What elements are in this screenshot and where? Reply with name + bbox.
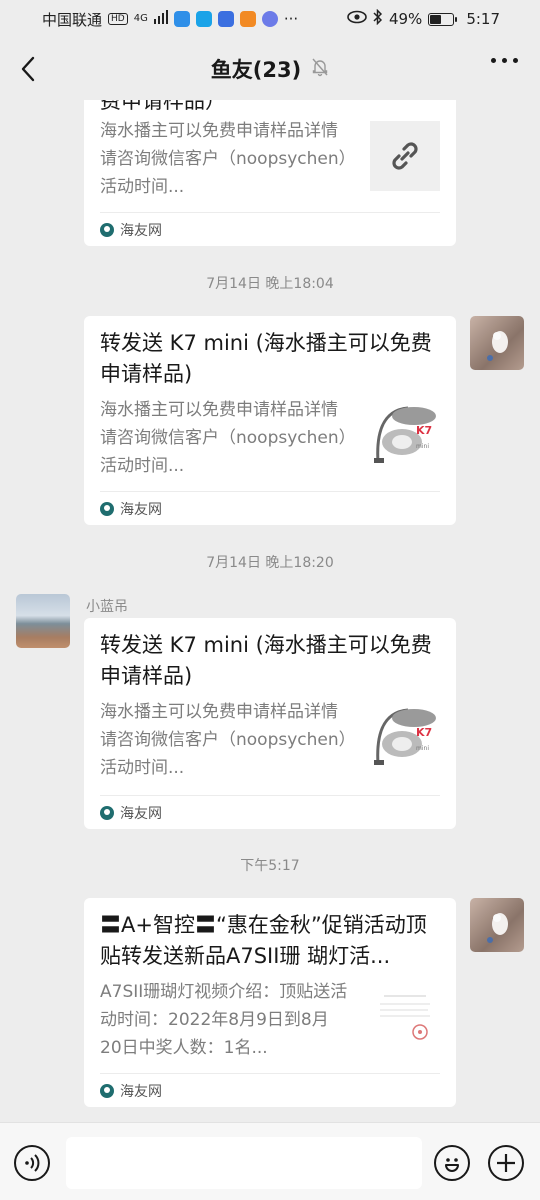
message-title: 〓A+智控〓“惠在金秋”促销活动顶贴转发送新品A7SII珊 瑚灯活... — [100, 913, 427, 968]
back-icon — [21, 56, 35, 82]
plus-icon — [497, 1154, 515, 1172]
message-card[interactable]: 转发送 K7 mini (海水播主可以免费申请样品) 海水播主可以免费申请样品详… — [84, 618, 456, 829]
input-bar — [0, 1122, 540, 1200]
source-name: 海友网 — [120, 805, 162, 822]
emoji-button[interactable] — [434, 1145, 470, 1181]
message-input[interactable] — [66, 1137, 422, 1189]
status-left: 中国联通 HD 4G ··· — [42, 9, 298, 30]
message-thumbnail — [370, 982, 440, 1058]
more-notifications-icon: ··· — [283, 10, 299, 28]
avatar[interactable] — [16, 594, 70, 648]
message-body: 海水播主可以免费申请样品详情请咨询微信客户（noopsychen）活动时间...… — [100, 698, 440, 782]
emoji-icon — [445, 1158, 459, 1172]
timestamp: 下午5:17 — [240, 858, 300, 874]
message-card[interactable]: 费申请样品） 海水播主可以免费申请样品详情请咨询微信客户（noopsychen）… — [84, 100, 456, 246]
source-logo-icon — [100, 1083, 114, 1098]
avatar[interactable] — [470, 898, 524, 952]
timestamp: 7月14日 晚上18:04 — [206, 276, 334, 292]
title-wrap: 鱼友(23) — [211, 54, 329, 84]
sender-name: 小蓝吊 — [86, 599, 128, 615]
svg-text:mini: mini — [416, 443, 429, 450]
source-name: 海友网 — [120, 222, 162, 239]
battery-icon — [428, 12, 458, 26]
shield-app-icon — [173, 11, 190, 27]
svg-text:mini: mini — [416, 745, 429, 752]
message-desc: 海水播主可以免费申请样品详情请咨询微信客户（noopsychen）活动时间... — [100, 121, 348, 197]
browser-app-icon — [195, 11, 212, 27]
message-body: A7SII珊瑚灯视频介绍：顶贴送活动时间：2022年8月9日到8月20日中奖人数… — [100, 978, 440, 1062]
message-thumbnail: K7 mini — [370, 400, 440, 470]
chat-header: 鱼友(23) — [0, 38, 540, 100]
bulb-app-icon — [217, 11, 234, 27]
source-name: 海友网 — [120, 1083, 162, 1100]
message-body: 海水播主可以免费申请样品详情请咨询微信客户（noopsychen）活动时间... — [100, 117, 440, 201]
message-source: 海友网 — [100, 1073, 440, 1107]
signal-icon — [153, 10, 168, 28]
voice-icon — [25, 1154, 40, 1172]
source-logo-icon — [100, 805, 114, 820]
network-label: 4G — [133, 13, 148, 24]
timestamp: 7月14日 晚上18:20 — [206, 555, 334, 571]
message-source: 海友网 — [100, 491, 440, 525]
message-desc: 海水播主可以免费申请样品详情请咨询微信客户（noopsychen）活动时间... — [100, 702, 348, 778]
message-source: 海友网 — [100, 795, 440, 829]
message-thumbnail — [370, 121, 440, 191]
svg-text:K7: K7 — [416, 726, 432, 739]
back-button[interactable] — [14, 52, 42, 86]
page-title: 鱼友(23) — [210, 58, 302, 82]
message-card[interactable]: 〓A+智控〓“惠在金秋”促销活动顶贴转发送新品A7SII珊 瑚灯活... A7S… — [84, 898, 456, 1107]
eye-icon — [347, 10, 367, 28]
message-desc: A7SII珊瑚灯视频介绍：顶贴送活动时间：2022年8月9日到8月20日中奖人数… — [100, 982, 348, 1058]
message-desc: 海水播主可以免费申请样品详情请咨询微信客户（noopsychen）活动时间... — [100, 400, 348, 476]
source-logo-icon — [100, 501, 114, 516]
source-name: 海友网 — [120, 501, 162, 518]
voice-button[interactable] — [14, 1145, 50, 1181]
message-title: 费申请样品） — [100, 100, 226, 113]
play-app-icon — [239, 11, 256, 27]
link-icon — [392, 142, 418, 170]
source-logo-icon — [100, 222, 114, 237]
message-title: 转发送 K7 mini (海水播主可以免费申请样品) — [100, 331, 432, 386]
svg-text:K7: K7 — [416, 424, 432, 437]
status-bar: 中国联通 HD 4G ··· 49% 5:17 — [0, 0, 540, 38]
message-card[interactable]: 转发送 K7 mini (海水播主可以免费申请样品) 海水播主可以免费申请样品详… — [84, 316, 456, 525]
clock: 5:17 — [466, 10, 500, 28]
carrier-label: 中国联通 — [42, 10, 103, 29]
message-thumbnail: K7 mini — [370, 702, 440, 772]
bluetooth-icon — [373, 8, 383, 29]
more-icon[interactable] — [491, 58, 518, 63]
chat-area[interactable]: 费申请样品） 海水播主可以免费申请样品详情请咨询微信客户（noopsychen）… — [0, 100, 540, 1122]
battery-percent: 49% — [388, 10, 423, 28]
hd-badge: HD — [108, 13, 128, 25]
music-app-icon — [261, 11, 278, 27]
message-title: 转发送 K7 mini (海水播主可以免费申请样品) — [100, 633, 432, 688]
message-source: 海友网 — [100, 212, 440, 246]
plus-button[interactable] — [488, 1145, 524, 1181]
mute-bell-icon — [311, 57, 329, 81]
message-body: 海水播主可以免费申请样品详情请咨询微信客户（noopsychen）活动时间...… — [100, 396, 440, 480]
avatar[interactable] — [470, 316, 524, 370]
status-right: 49% 5:17 — [347, 8, 500, 29]
